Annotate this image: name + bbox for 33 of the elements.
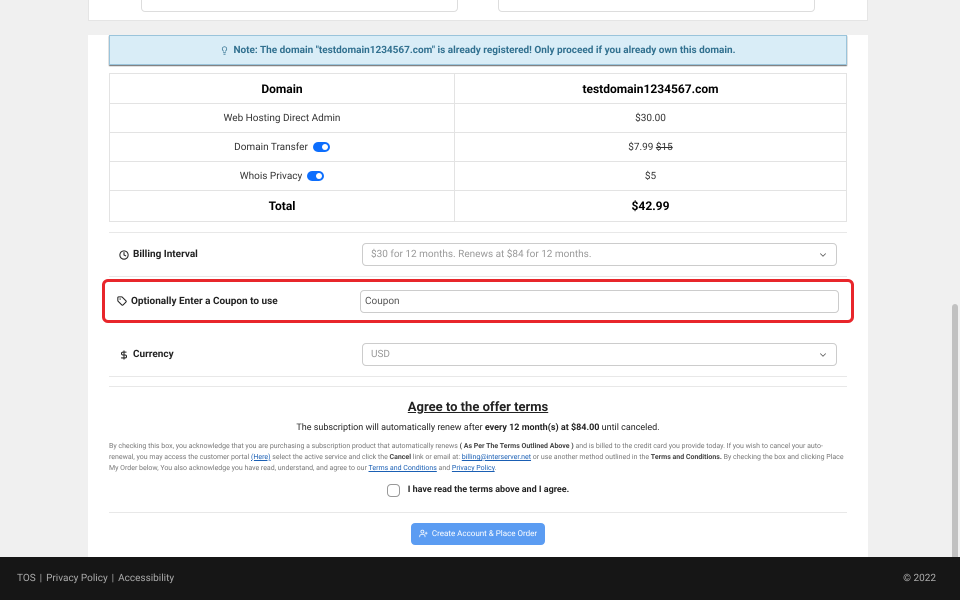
toggle-switch[interactable] <box>312 142 330 152</box>
total-cell: $42.99 <box>454 190 846 222</box>
total-cell: Total <box>110 190 454 222</box>
item-label: Web Hosting Direct Admin <box>224 112 340 126</box>
footer-separator: | <box>40 572 42 586</box>
footer-link[interactable]: TOS <box>17 571 36 586</box>
agree-checkbox[interactable] <box>386 484 400 498</box>
footer-separator: | <box>112 572 114 586</box>
price-text: $7.99 <box>628 142 654 152</box>
dollar-icon <box>119 350 129 360</box>
lightbulb-icon <box>220 46 230 54</box>
footer-link[interactable]: Accessibility <box>118 571 174 586</box>
footer-link[interactable]: Privacy Policy <box>46 571 108 586</box>
terms-title: Agree to the offer terms <box>408 399 548 417</box>
renewal-text: The subscription will automatically renew after every 12 month(s) at $84.00 until canceled. <box>296 422 660 434</box>
table-header-cell: testdomain1234567.com <box>454 74 846 104</box>
price-text: $30.00 <box>635 112 666 124</box>
price-text: $5 <box>644 170 656 182</box>
clock-icon <box>119 250 129 260</box>
agree-label: I have read the terms above and I agree. <box>408 484 570 497</box>
option-label: Billing Interval <box>133 248 198 262</box>
user-plus-icon <box>418 529 428 538</box>
item-label: Domain Transfer <box>234 140 308 154</box>
copyright-text: © 2022 <box>903 572 936 586</box>
table-header-cell: Domain <box>110 74 454 104</box>
option-label: Currency <box>133 348 174 362</box>
option-label: Optionally Enter a Coupon to use <box>131 294 278 308</box>
tag-icon <box>117 296 127 306</box>
item-label: Whois Privacy <box>240 170 302 184</box>
coupon-input[interactable]: Coupon <box>360 290 839 312</box>
note-text: Note: The domain "testdomain1234567.com" is already registered! Only proceed if you already own this domain. <box>233 44 736 58</box>
old-price-text: $15 <box>656 142 673 152</box>
toggle-switch[interactable] <box>307 171 324 181</box>
